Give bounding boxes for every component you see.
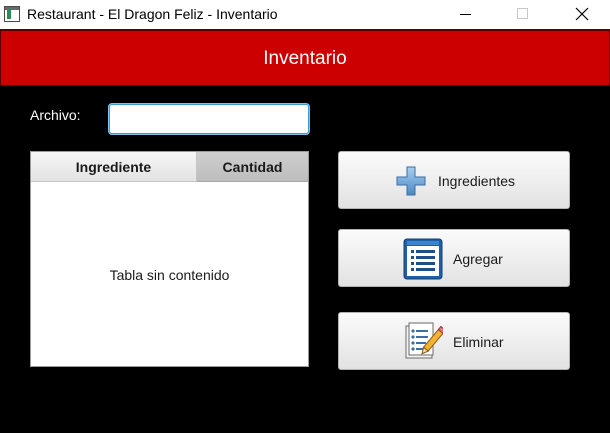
archivo-label: Archivo: <box>30 107 81 123</box>
ingredientes-button[interactable]: Ingredientes <box>338 151 570 209</box>
column-header-ingrediente[interactable]: Ingrediente <box>31 152 197 182</box>
list-icon <box>403 238 443 280</box>
close-icon <box>575 7 589 21</box>
page-title: Inventario <box>263 48 347 69</box>
archivo-input[interactable] <box>109 104 309 134</box>
edit-checklist-icon <box>405 322 443 359</box>
ingredientes-button-label: Ingredientes <box>438 173 516 189</box>
maximize-button[interactable] <box>503 0 549 29</box>
header-banner: Inventario <box>0 29 610 86</box>
table-empty-message: Tabla sin contenido <box>109 267 230 283</box>
maximize-icon <box>517 8 528 19</box>
window-title-bar: Restaurant - El Dragon Feliz - Inventari… <box>0 0 610 29</box>
minimize-button[interactable] <box>443 0 489 29</box>
plus-icon <box>396 166 426 196</box>
close-button[interactable] <box>559 0 605 29</box>
app-icon <box>4 6 20 22</box>
agregar-button-label: Agregar <box>453 251 503 267</box>
agregar-button[interactable]: Agregar <box>338 229 570 287</box>
inventory-table[interactable]: Ingrediente Cantidad Tabla sin contenido <box>30 151 309 367</box>
eliminar-button-label: Eliminar <box>453 334 504 350</box>
minimize-icon <box>460 14 471 15</box>
eliminar-button[interactable]: Eliminar <box>338 312 570 370</box>
window-title: Restaurant - El Dragon Feliz - Inventari… <box>27 6 278 22</box>
column-header-cantidad[interactable]: Cantidad <box>197 152 308 182</box>
